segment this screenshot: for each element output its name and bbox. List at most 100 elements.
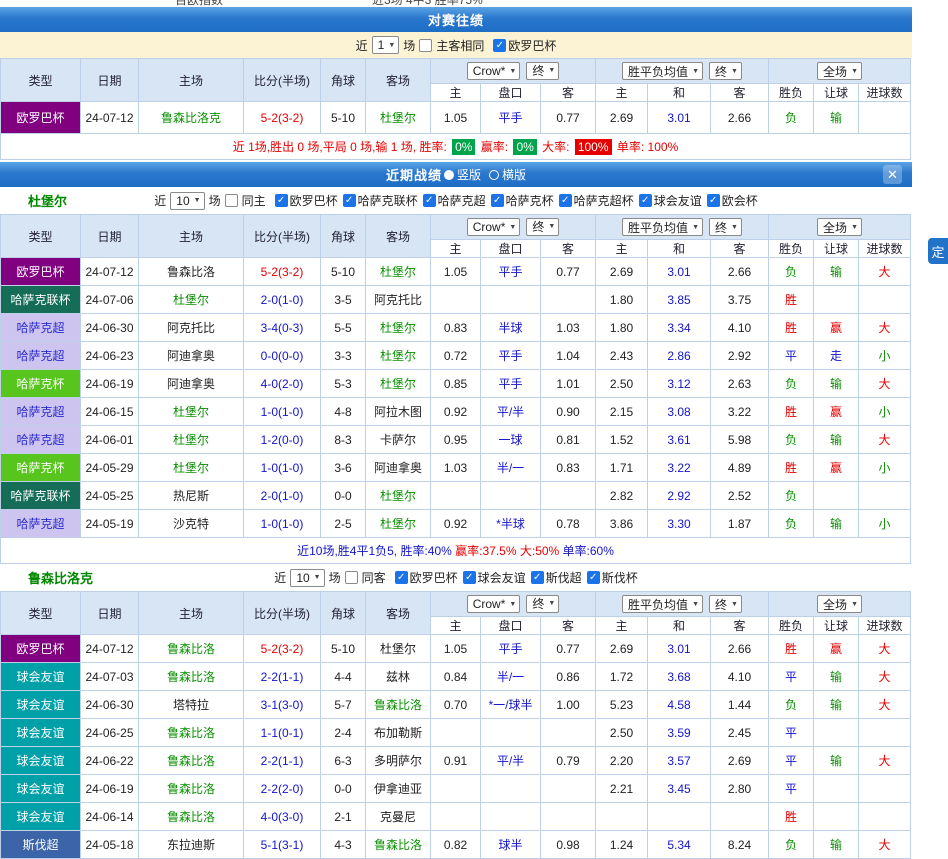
vertical-layout-radio[interactable] (444, 170, 454, 180)
cell-odds-draw: 3.61 (648, 426, 711, 454)
cell-ah-away-odds (541, 719, 596, 747)
header-select[interactable]: 胜平负均值▼ (622, 595, 703, 613)
team1-name: 杜堡尔 (28, 191, 67, 210)
horizontal-layout-radio[interactable] (489, 170, 499, 180)
side-tab-button[interactable]: 定 (928, 238, 948, 264)
cell-corners: 2-1 (321, 803, 366, 831)
chevron-down-icon: ▼ (692, 601, 699, 608)
cell-ah-line: 半球 (481, 314, 541, 342)
cell-ah-home-odds: 1.03 (431, 454, 481, 482)
same-venue-label: 主客相同 (436, 37, 484, 54)
match-row: 球会友谊24-06-14鲁森比洛4-0(3-0)2-1克曼尼胜 (1, 803, 911, 831)
cell-league: 哈萨克超 (1, 426, 81, 454)
header-select[interactable]: 终▼ (526, 62, 559, 80)
header-select[interactable]: 全场▼ (817, 595, 862, 613)
header-select[interactable]: 全场▼ (817, 62, 862, 80)
cell-date: 24-05-18 (81, 831, 139, 859)
cell-away-team: 杜堡尔 (366, 102, 431, 134)
league-checkbox[interactable]: ✓ (493, 39, 506, 52)
team1-count-select[interactable]: 10▼ (170, 192, 204, 210)
header-select[interactable]: 胜平负均值▼ (622, 218, 703, 236)
column-header: 日期 (81, 215, 139, 258)
cell-odds-home: 2.50 (596, 370, 648, 398)
column-header: 类型 (1, 592, 81, 635)
league-filter-item: ✓欧罗巴杯 (275, 192, 338, 209)
header-select[interactable]: 胜平负均值▼ (622, 62, 703, 80)
header-select[interactable]: 终▼ (709, 595, 742, 613)
cell-ah-home-odds (431, 719, 481, 747)
cell-league: 球会友谊 (1, 719, 81, 747)
content: 对赛往绩 近 1▼ 场 主客相同 ✓欧罗巴杯 类型日期主场比分(半场)角球客场C… (0, 7, 912, 859)
team2-count-select[interactable]: 10▼ (290, 569, 324, 587)
column-header: 类型 (1, 215, 81, 258)
cell-result: 负 (769, 102, 814, 134)
league-checkbox[interactable]: ✓ (275, 194, 288, 207)
cell-away-team: 兹林 (366, 663, 431, 691)
cell-home-team: 沙克特 (139, 510, 244, 538)
cell-odds-home (596, 803, 648, 831)
same-away-label: 同客 (362, 569, 386, 586)
cell-ah-away-odds (541, 775, 596, 803)
near-label: 近 (356, 37, 368, 54)
header-select[interactable]: 终▼ (709, 218, 742, 236)
header-group: Crow*▼ 终▼ (431, 592, 596, 617)
header-select[interactable]: 终▼ (709, 62, 742, 80)
cell-odds-home: 2.50 (596, 719, 648, 747)
league-checkbox[interactable]: ✓ (707, 194, 720, 207)
cell-ah-result (814, 482, 859, 510)
league-checkbox[interactable]: ✓ (463, 571, 476, 584)
cell-score: 5-2(3-2) (244, 258, 321, 286)
cell-ah-result: 走 (814, 342, 859, 370)
league-checkbox[interactable]: ✓ (343, 194, 356, 207)
sub-column-header: 和 (648, 84, 711, 102)
cell-score: 5-1(3-1) (244, 831, 321, 859)
cell-home-team: 鲁森比洛 (139, 803, 244, 831)
league-checkbox[interactable]: ✓ (531, 571, 544, 584)
h2h-count-select[interactable]: 1▼ (372, 36, 400, 54)
match-row: 哈萨克杯24-06-19阿迪拿奥4-0(2-0)5-3杜堡尔0.85平手1.01… (1, 370, 911, 398)
cell-ah-home-odds: 0.85 (431, 370, 481, 398)
header-select[interactable]: 全场▼ (817, 218, 862, 236)
h2h-table: 类型日期主场比分(半场)角球客场Crow*▼终▼胜平负均值▼终▼全场▼主盘口客主… (0, 58, 911, 134)
cell-ah-away-odds: 1.00 (541, 691, 596, 719)
league-filter-item: ✓球会友谊 (639, 192, 702, 209)
vertical-layout-label: 竖版 (457, 166, 481, 183)
cell-ah-line: 平手 (481, 635, 541, 663)
league-checkbox[interactable]: ✓ (423, 194, 436, 207)
cell-league: 哈萨克联杯 (1, 482, 81, 510)
cell-result: 负 (769, 691, 814, 719)
cell-odds-away: 4.89 (711, 454, 769, 482)
league-checkbox[interactable]: ✓ (639, 194, 652, 207)
league-filter-item: ✓欧罗巴杯 (493, 37, 556, 54)
cell-goals-result: 小 (859, 454, 911, 482)
cell-date: 24-07-06 (81, 286, 139, 314)
cell-ah-home-odds: 0.92 (431, 510, 481, 538)
column-header: 客场 (366, 59, 431, 102)
cell-goals-result (859, 286, 911, 314)
cell-odds-draw: 3.08 (648, 398, 711, 426)
cell-home-team: 阿迪拿奥 (139, 342, 244, 370)
same-venue-checkbox[interactable] (419, 39, 432, 52)
cell-league: 欧罗巴杯 (1, 635, 81, 663)
league-checkbox[interactable]: ✓ (491, 194, 504, 207)
header-select[interactable]: 终▼ (526, 218, 559, 236)
cell-odds-draw (648, 803, 711, 831)
header-select[interactable]: Crow*▼ (467, 218, 521, 236)
close-icon[interactable]: ✕ (883, 165, 902, 184)
header-select[interactable]: Crow*▼ (467, 62, 521, 80)
same-away-checkbox[interactable] (345, 571, 358, 584)
same-home-checkbox[interactable] (225, 194, 238, 207)
league-checkbox[interactable]: ✓ (559, 194, 572, 207)
cell-corners: 5-10 (321, 102, 366, 134)
league-checkbox[interactable]: ✓ (395, 571, 408, 584)
column-header: 比分(半场) (244, 592, 321, 635)
cell-result: 负 (769, 831, 814, 859)
header-select[interactable]: 终▼ (526, 595, 559, 613)
cell-away-team: 杜堡尔 (366, 314, 431, 342)
header-group: 胜平负均值▼ 终▼ (596, 59, 769, 84)
league-checkbox[interactable]: ✓ (587, 571, 600, 584)
header-select[interactable]: Crow*▼ (467, 595, 521, 613)
cell-home-team: 鲁森比洛 (139, 719, 244, 747)
summary-segment: 100% (648, 140, 679, 154)
cell-odds-away: 3.75 (711, 286, 769, 314)
